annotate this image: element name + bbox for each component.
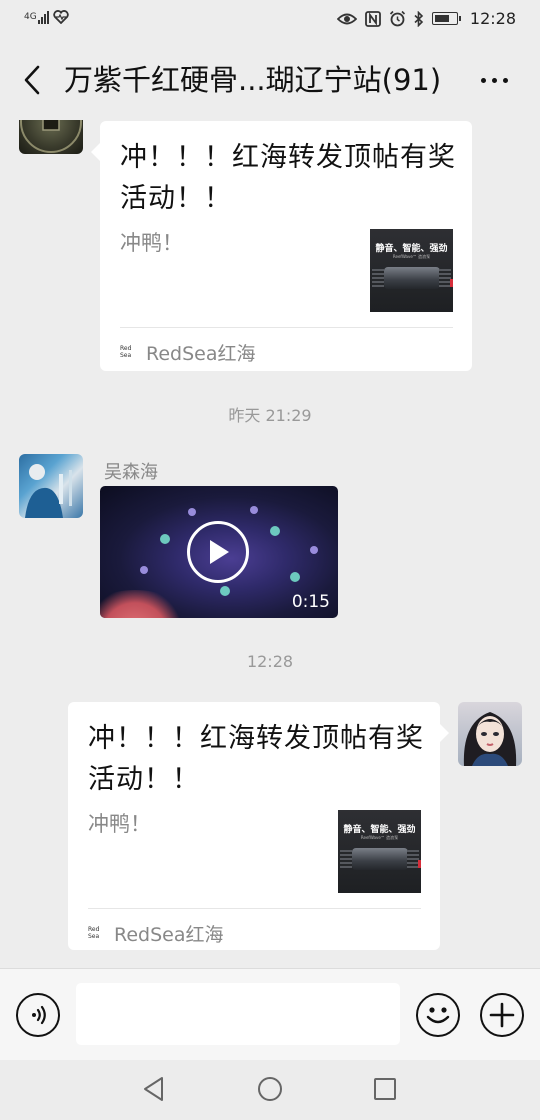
thumb-accent: [450, 279, 453, 287]
more-dots-icon: [480, 77, 486, 83]
play-icon: [210, 540, 229, 564]
battery-icon: [431, 12, 461, 25]
back-button[interactable]: [14, 58, 50, 102]
coral-glow: [188, 508, 196, 516]
plus-icon: [489, 1002, 515, 1028]
card-title: 冲！！！红海转发顶帖有奖活动！！: [120, 142, 456, 214]
card-source: Red Sea RedSea红海: [120, 337, 256, 367]
message-input[interactable]: [76, 983, 400, 1045]
emoji-button[interactable]: [416, 993, 460, 1037]
heart-icon: [53, 10, 69, 24]
system-nav-bar: [0, 1060, 540, 1120]
coral-glow: [270, 526, 280, 536]
status-bar: 4G 12:28: [0, 0, 540, 40]
girl-avatar-image: [463, 712, 517, 766]
eye-icon: [336, 13, 357, 24]
battery-fill: [434, 15, 449, 22]
card-description: 冲鸭！: [88, 812, 151, 836]
card-divider: [120, 327, 453, 328]
card-source: Red Sea RedSea红海: [88, 918, 224, 948]
coral-glow: [290, 572, 300, 582]
thumbnail-subline: ReefWave™ 造浪泵: [392, 254, 431, 259]
coin-image: [20, 120, 82, 153]
chat-area[interactable]: 冲！！！红海转发顶帖有奖活动！！ 冲鸭！ 静音、智能、强劲 ReefWave™ …: [0, 120, 540, 968]
lab-photo: [25, 464, 72, 518]
card-description: 冲鸭！: [120, 231, 183, 255]
timestamp: 昨天 21:29: [228, 406, 312, 425]
coral-glow: [140, 566, 148, 574]
sender-name: 吴森海: [104, 462, 158, 483]
avatar-coin[interactable]: [19, 120, 83, 154]
card-title: 冲！！！红海转发顶帖有奖活动！！: [88, 723, 424, 795]
bubble-tail: [440, 724, 449, 742]
plus-button[interactable]: [480, 993, 524, 1037]
triangle-back-icon[interactable]: [142, 1076, 166, 1102]
more-dot: [491, 77, 497, 83]
thumb-accent: [418, 860, 421, 868]
pump-image: [384, 267, 440, 289]
status-time: 12:28: [469, 9, 516, 28]
pump-image: [352, 848, 408, 870]
chevron-left-icon: [24, 65, 40, 95]
input-bar: [0, 968, 540, 1060]
thumbnail-headline: 静音、智能、强劲: [375, 244, 448, 254]
circle-home-icon[interactable]: [258, 1077, 282, 1101]
coral-glow: [160, 534, 170, 544]
more-button[interactable]: [474, 58, 514, 102]
thumb-grill: [340, 850, 352, 868]
bubble-tail: [91, 143, 100, 161]
source-name: RedSea红海: [146, 342, 256, 365]
thumbnail-subline: ReefWave™ 造浪泵: [360, 835, 399, 840]
source-name: RedSea红海: [114, 923, 224, 946]
nfc-icon: [364, 10, 381, 27]
avatar-self[interactable]: [458, 702, 522, 766]
timestamp: 12:28: [246, 652, 294, 671]
emoji-icon: [426, 1007, 450, 1024]
card-thumbnail: 静音、智能、强劲 ReefWave™ 造浪泵: [338, 810, 421, 893]
avatar-wusenhai[interactable]: [19, 454, 83, 518]
signal-icon: [38, 10, 49, 24]
redsea-logo-icon: Red Sea: [88, 926, 100, 940]
coral-shape: [100, 590, 180, 618]
alarm-icon: [389, 10, 405, 27]
link-card-incoming[interactable]: 冲！！！红海转发顶帖有奖活动！！ 冲鸭！ 静音、智能、强劲 ReefWave™ …: [91, 121, 472, 371]
video-duration: 0:15: [291, 592, 330, 612]
card-divider: [88, 908, 421, 909]
voice-button[interactable]: [16, 993, 60, 1037]
chat-title: 万紫千红硬骨...瑚辽宁站(91): [64, 63, 442, 97]
more-dot: [502, 77, 508, 83]
coral-glow: [220, 586, 230, 596]
square-recent-icon[interactable]: [374, 1078, 396, 1100]
chat-header: 万紫千红硬骨...瑚辽宁站(91): [0, 40, 540, 120]
thumb-grill: [372, 269, 384, 287]
play-button[interactable]: [187, 521, 249, 583]
coral-glow: [250, 506, 258, 514]
thumbnail-headline: 静音、智能、强劲: [343, 825, 416, 835]
network-type: 4G: [24, 11, 37, 22]
voice-icon: [32, 1005, 46, 1025]
video-message[interactable]: 0:15: [100, 486, 338, 618]
card-thumbnail: 静音、智能、强劲 ReefWave™ 造浪泵: [370, 229, 453, 312]
bluetooth-icon: [414, 10, 424, 27]
redsea-logo-icon: Red Sea: [120, 345, 132, 359]
link-card-outgoing[interactable]: 冲！！！红海转发顶帖有奖活动！！ 冲鸭！ 静音、智能、强劲 ReefWave™ …: [68, 702, 449, 950]
coral-glow: [310, 546, 318, 554]
